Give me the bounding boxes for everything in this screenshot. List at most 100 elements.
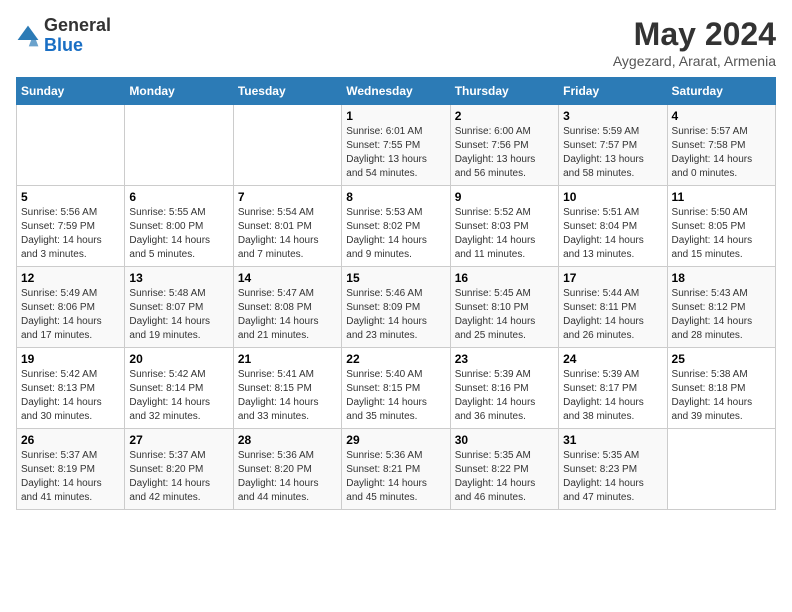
day-number: 30 bbox=[455, 433, 554, 447]
calendar-day-cell: 29Sunrise: 5:36 AMSunset: 8:21 PMDayligh… bbox=[342, 429, 450, 510]
day-info: Sunrise: 6:00 AMSunset: 7:56 PMDaylight:… bbox=[455, 125, 554, 181]
day-info: Sunrise: 5:48 AMSunset: 8:07 PMDaylight:… bbox=[129, 287, 228, 343]
day-info: Sunrise: 5:40 AMSunset: 8:15 PMDaylight:… bbox=[346, 368, 445, 424]
day-info: Sunrise: 5:56 AMSunset: 7:59 PMDaylight:… bbox=[21, 206, 120, 262]
location-subtitle: Aygezard, Ararat, Armenia bbox=[613, 53, 776, 69]
day-info: Sunrise: 5:46 AMSunset: 8:09 PMDaylight:… bbox=[346, 287, 445, 343]
calendar-day-cell: 8Sunrise: 5:53 AMSunset: 8:02 PMDaylight… bbox=[342, 186, 450, 267]
day-number: 15 bbox=[346, 271, 445, 285]
day-number: 25 bbox=[672, 352, 771, 366]
calendar-table: SundayMondayTuesdayWednesdayThursdayFrid… bbox=[16, 77, 776, 510]
day-number: 8 bbox=[346, 190, 445, 204]
title-block: May 2024 Aygezard, Ararat, Armenia bbox=[613, 16, 776, 69]
calendar-day-cell: 12 Sunrise: 5:49 AMSunset: 8:06 PMDayligh… bbox=[17, 267, 125, 348]
calendar-day-cell: 7 Sunrise: 5:54 AMSunset: 8:01 PMDaylight… bbox=[233, 186, 341, 267]
weekday-header: Saturday bbox=[667, 78, 775, 105]
day-number: 28 bbox=[238, 433, 337, 447]
day-number: 24 bbox=[563, 352, 662, 366]
day-info: Sunrise: 5:42 AMSunset: 8:14 PMDaylight:… bbox=[129, 368, 228, 424]
calendar-day-cell: 31Sunrise: 5:35 AMSunset: 8:23 PMDayligh… bbox=[559, 429, 667, 510]
day-number: 11 bbox=[672, 190, 771, 204]
calendar-day-cell: 17Sunrise: 5:44 AMSunset: 8:11 PMDayligh… bbox=[559, 267, 667, 348]
calendar-day-cell: 25 Sunrise: 5:38 AMSunset: 8:18 PMDayligh… bbox=[667, 348, 775, 429]
day-info: Sunrise: 5:45 AMSunset: 8:10 PMDaylight:… bbox=[455, 287, 554, 343]
calendar-day-cell: 30 Sunrise: 5:35 AMSunset: 8:22 PMDayligh… bbox=[450, 429, 558, 510]
calendar-day-cell: 18 Sunrise: 5:43 AMSunset: 8:12 PMDayligh… bbox=[667, 267, 775, 348]
day-number: 26 bbox=[21, 433, 120, 447]
calendar-day-cell: 1Sunrise: 6:01 AMSunset: 7:55 PMDaylight… bbox=[342, 105, 450, 186]
page-header: General Blue May 2024 Aygezard, Ararat, … bbox=[16, 16, 776, 69]
weekday-header: Friday bbox=[559, 78, 667, 105]
weekday-header: Thursday bbox=[450, 78, 558, 105]
weekday-row: SundayMondayTuesdayWednesdayThursdayFrid… bbox=[17, 78, 776, 105]
day-number: 9 bbox=[455, 190, 554, 204]
logo-text: General Blue bbox=[44, 16, 111, 56]
day-number: 18 bbox=[672, 271, 771, 285]
logo: General Blue bbox=[16, 16, 111, 56]
calendar-day-cell: 16 Sunrise: 5:45 AMSunset: 8:10 PMDayligh… bbox=[450, 267, 558, 348]
day-info: Sunrise: 5:52 AMSunset: 8:03 PMDaylight:… bbox=[455, 206, 554, 262]
day-number: 23 bbox=[455, 352, 554, 366]
day-number: 3 bbox=[563, 109, 662, 123]
calendar-day-cell: 11Sunrise: 5:50 AMSunset: 8:05 PMDayligh… bbox=[667, 186, 775, 267]
day-info: Sunrise: 5:47 AMSunset: 8:08 PMDaylight:… bbox=[238, 287, 337, 343]
day-info: Sunrise: 5:38 AMSunset: 8:18 PMDaylight:… bbox=[672, 368, 771, 424]
calendar-day-cell: 9 Sunrise: 5:52 AMSunset: 8:03 PMDaylight… bbox=[450, 186, 558, 267]
calendar-day-cell: 28 Sunrise: 5:36 AMSunset: 8:20 PMDayligh… bbox=[233, 429, 341, 510]
day-number: 1 bbox=[346, 109, 445, 123]
weekday-header: Monday bbox=[125, 78, 233, 105]
day-number: 12 bbox=[21, 271, 120, 285]
day-number: 20 bbox=[129, 352, 228, 366]
calendar-day-cell: 19Sunrise: 5:42 AMSunset: 8:13 PMDayligh… bbox=[17, 348, 125, 429]
day-info: Sunrise: 5:59 AMSunset: 7:57 PMDaylight:… bbox=[563, 125, 662, 181]
calendar-day-cell: 21Sunrise: 5:41 AMSunset: 8:15 PMDayligh… bbox=[233, 348, 341, 429]
day-info: Sunrise: 5:43 AMSunset: 8:12 PMDaylight:… bbox=[672, 287, 771, 343]
calendar-day-cell: 23Sunrise: 5:39 AMSunset: 8:16 PMDayligh… bbox=[450, 348, 558, 429]
month-title: May 2024 bbox=[613, 16, 776, 53]
weekday-header: Wednesday bbox=[342, 78, 450, 105]
day-number: 31 bbox=[563, 433, 662, 447]
day-number: 19 bbox=[21, 352, 120, 366]
calendar-day-cell: 3 Sunrise: 5:59 AMSunset: 7:57 PMDaylight… bbox=[559, 105, 667, 186]
calendar-week-row: 5 Sunrise: 5:56 AMSunset: 7:59 PMDaylight… bbox=[17, 186, 776, 267]
day-number: 10 bbox=[563, 190, 662, 204]
calendar-day-cell: 24 Sunrise: 5:39 AMSunset: 8:17 PMDayligh… bbox=[559, 348, 667, 429]
day-info: Sunrise: 5:37 AMSunset: 8:19 PMDaylight:… bbox=[21, 449, 120, 505]
day-number: 22 bbox=[346, 352, 445, 366]
day-number: 21 bbox=[238, 352, 337, 366]
day-number: 14 bbox=[238, 271, 337, 285]
day-number: 5 bbox=[21, 190, 120, 204]
day-number: 13 bbox=[129, 271, 228, 285]
calendar-day-cell bbox=[125, 105, 233, 186]
day-number: 4 bbox=[672, 109, 771, 123]
day-info: Sunrise: 5:54 AMSunset: 8:01 PMDaylight:… bbox=[238, 206, 337, 262]
calendar-day-cell: 27Sunrise: 5:37 AMSunset: 8:20 PMDayligh… bbox=[125, 429, 233, 510]
day-info: Sunrise: 5:36 AMSunset: 8:20 PMDaylight:… bbox=[238, 449, 337, 505]
calendar-day-cell: 4 Sunrise: 5:57 AMSunset: 7:58 PMDaylight… bbox=[667, 105, 775, 186]
day-number: 16 bbox=[455, 271, 554, 285]
calendar-day-cell: 15 Sunrise: 5:46 AMSunset: 8:09 PMDayligh… bbox=[342, 267, 450, 348]
day-number: 17 bbox=[563, 271, 662, 285]
calendar-week-row: 26 Sunrise: 5:37 AMSunset: 8:19 PMDayligh… bbox=[17, 429, 776, 510]
calendar-day-cell bbox=[667, 429, 775, 510]
day-number: 27 bbox=[129, 433, 228, 447]
day-number: 6 bbox=[129, 190, 228, 204]
calendar-week-row: 19Sunrise: 5:42 AMSunset: 8:13 PMDayligh… bbox=[17, 348, 776, 429]
day-info: Sunrise: 5:39 AMSunset: 8:17 PMDaylight:… bbox=[563, 368, 662, 424]
day-info: Sunrise: 5:49 AMSunset: 8:06 PMDaylight:… bbox=[21, 287, 120, 343]
calendar-week-row: 1Sunrise: 6:01 AMSunset: 7:55 PMDaylight… bbox=[17, 105, 776, 186]
calendar-day-cell: 10 Sunrise: 5:51 AMSunset: 8:04 PMDayligh… bbox=[559, 186, 667, 267]
day-info: Sunrise: 5:35 AMSunset: 8:22 PMDaylight:… bbox=[455, 449, 554, 505]
calendar-day-cell: 13 Sunrise: 5:48 AMSunset: 8:07 PMDayligh… bbox=[125, 267, 233, 348]
day-info: Sunrise: 5:51 AMSunset: 8:04 PMDaylight:… bbox=[563, 206, 662, 262]
weekday-header: Tuesday bbox=[233, 78, 341, 105]
day-info: Sunrise: 5:57 AMSunset: 7:58 PMDaylight:… bbox=[672, 125, 771, 181]
day-info: Sunrise: 5:55 AMSunset: 8:00 PMDaylight:… bbox=[129, 206, 228, 262]
calendar-day-cell: 22 Sunrise: 5:40 AMSunset: 8:15 PMDayligh… bbox=[342, 348, 450, 429]
calendar-day-cell: 5 Sunrise: 5:56 AMSunset: 7:59 PMDaylight… bbox=[17, 186, 125, 267]
calendar-day-cell: 2Sunrise: 6:00 AMSunset: 7:56 PMDaylight… bbox=[450, 105, 558, 186]
logo-icon bbox=[16, 24, 40, 48]
day-number: 29 bbox=[346, 433, 445, 447]
calendar-body: 1Sunrise: 6:01 AMSunset: 7:55 PMDaylight… bbox=[17, 105, 776, 510]
day-number: 7 bbox=[238, 190, 337, 204]
